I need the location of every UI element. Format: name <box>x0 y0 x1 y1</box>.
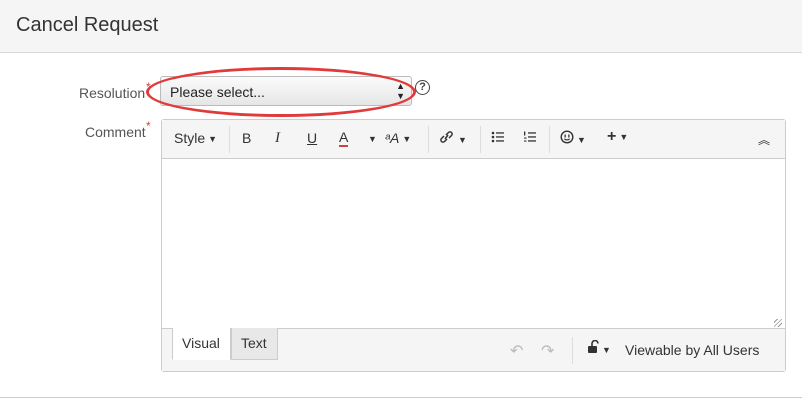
comment-label: Comment <box>85 124 146 140</box>
footer-separator <box>572 337 573 364</box>
dialog-title: Cancel Request <box>16 14 159 36</box>
visibility-label[interactable]: Viewable by All Users <box>625 342 759 358</box>
bullet-list-icon <box>491 131 504 143</box>
clear-format-button[interactable]: ᵃA ▼ <box>385 130 411 146</box>
style-label: Style <box>174 130 206 146</box>
tab-visual[interactable]: Visual <box>172 328 231 360</box>
undo-icon[interactable]: ↶ <box>510 341 523 361</box>
resolution-required-marker: * <box>146 80 151 94</box>
select-arrows-icon: ▲ ▼ <box>396 81 405 101</box>
plus-icon: + <box>607 128 617 145</box>
comment-text-area[interactable] <box>162 160 785 330</box>
resize-grip-icon[interactable] <box>774 319 782 327</box>
link-icon <box>440 131 453 143</box>
bullet-list-button[interactable] <box>491 130 505 146</box>
unlock-icon <box>588 339 599 353</box>
link-button[interactable]: ▼ <box>438 130 467 147</box>
caret-down-icon: ▼ <box>208 134 218 144</box>
text-color-caret-icon[interactable]: ▼ <box>365 130 377 146</box>
help-icon[interactable]: ? <box>415 80 430 95</box>
editor-footer: Visual Text ↶ ↷ ▼ Viewable by All Users <box>162 328 785 371</box>
toolbar-separator <box>229 126 230 153</box>
text-color-button[interactable]: A <box>339 130 349 147</box>
italic-button[interactable]: I <box>275 130 280 147</box>
redo-icon[interactable]: ↷ <box>541 341 554 361</box>
resolution-label: Resolution <box>79 85 146 101</box>
numbered-list-icon <box>524 131 536 142</box>
numbered-list-button[interactable] <box>523 130 537 146</box>
resolution-select-value: Please select... <box>170 84 265 100</box>
insert-more-button[interactable]: + ▼ <box>607 128 628 146</box>
underline-button[interactable]: U <box>307 130 317 146</box>
style-dropdown[interactable]: Style ▼ <box>174 130 217 146</box>
collapse-toolbar-button[interactable]: ︽ <box>758 131 770 148</box>
bold-button[interactable]: B <box>242 130 251 146</box>
toolbar-separator <box>549 126 550 153</box>
comment-editor: Style ▼ B I U A ▼ ᵃA ▼ ▼ ▼ + ▼ ︽ Visual Tex… <box>161 119 786 372</box>
clear-format-label: ᵃA <box>385 130 400 146</box>
toolbar-separator <box>480 126 481 153</box>
dialog-header: Cancel Request <box>0 0 802 53</box>
tab-text[interactable]: Text <box>231 328 278 360</box>
comment-required-marker: * <box>146 119 151 133</box>
resolution-select[interactable]: Please select... ▲ ▼ <box>160 76 412 106</box>
restrictions-button[interactable]: ▼ <box>587 339 611 357</box>
dialog-bottom-divider <box>0 397 802 398</box>
smiley-icon <box>560 130 574 144</box>
double-chevron-up-icon: ︽ <box>758 133 771 147</box>
editor-toolbar: Style ▼ B I U A ▼ ᵃA ▼ ▼ ▼ + ▼ ︽ <box>162 120 785 159</box>
toolbar-separator <box>428 126 429 153</box>
emoticon-button[interactable]: ▼ <box>560 130 586 147</box>
